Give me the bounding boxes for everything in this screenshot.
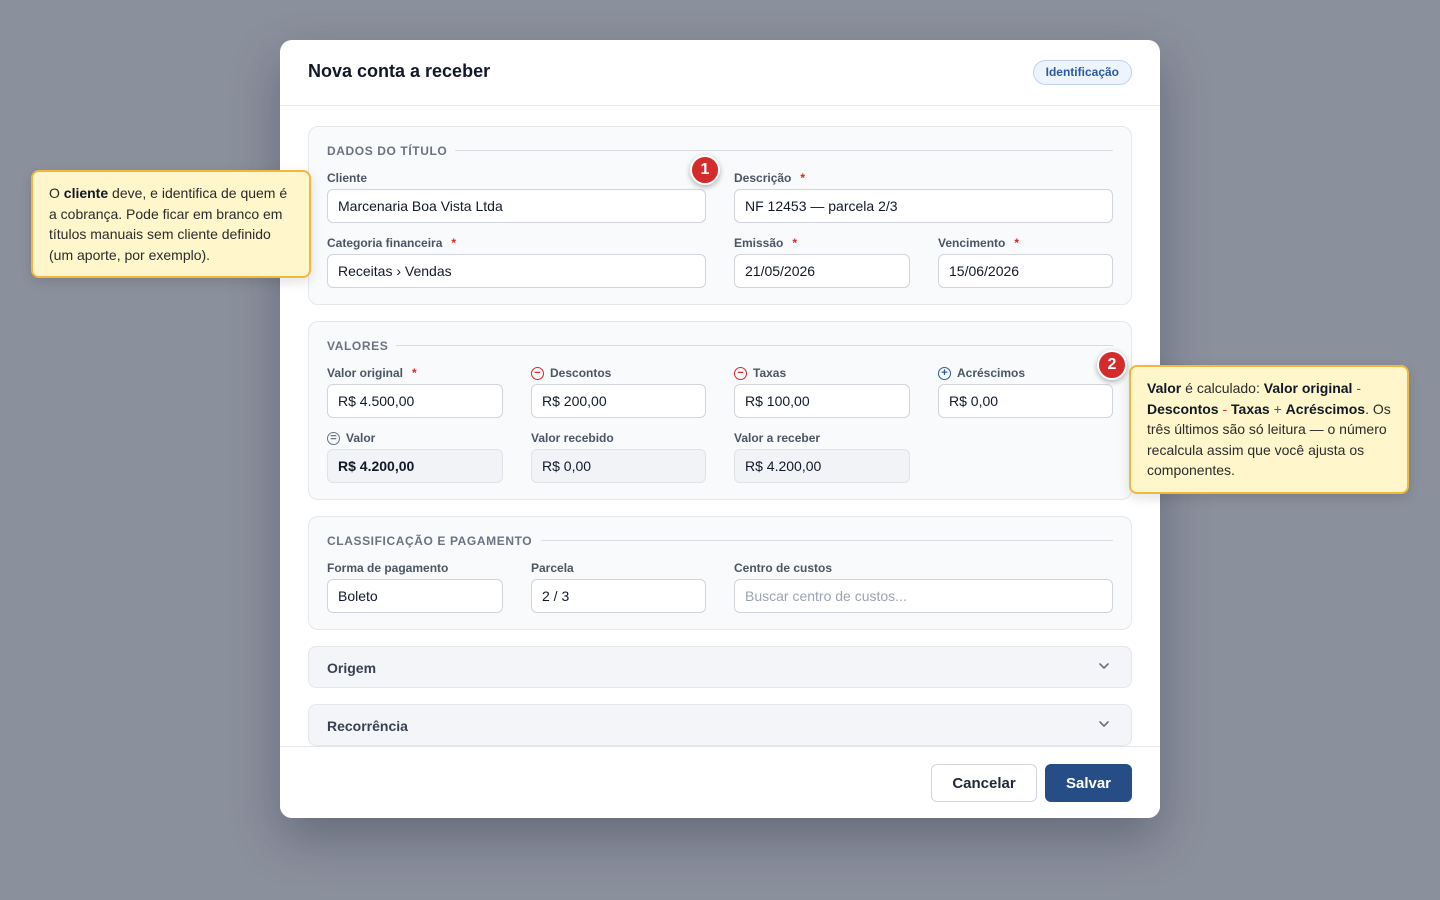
- section-valores: VALORES Valor original* −Descontos −Taxa…: [308, 321, 1132, 500]
- vencimento-label: Vencimento *: [938, 236, 1020, 250]
- minus-circle-icon: −: [531, 366, 544, 380]
- categoria-label: Categoria financeira *: [327, 236, 457, 250]
- minus-circle-icon: −: [734, 366, 747, 380]
- accordion-label: Origem: [327, 660, 377, 676]
- descontos-input[interactable]: [531, 384, 706, 418]
- step-badge: Identificação: [1032, 60, 1132, 85]
- forma-pagamento-input[interactable]: [327, 579, 503, 613]
- valor-readonly-field: [327, 449, 503, 483]
- emissao-date-input[interactable]: [734, 254, 910, 288]
- taxas-input[interactable]: [734, 384, 910, 418]
- annotation-marker-1: 1: [690, 155, 720, 185]
- cliente-label: Cliente: [327, 171, 368, 185]
- valor-recebido-label: Valor recebido: [531, 431, 614, 445]
- accordion-label: Recorrência: [327, 718, 408, 734]
- section-classificacao: CLASSIFICAÇÃO E PAGAMENTO Forma de pagam…: [308, 516, 1132, 630]
- valor-recebido-readonly-field: [531, 449, 706, 483]
- new-receivable-modal: Nova conta a receber Identificação DADOS…: [280, 40, 1160, 818]
- required-marker: *: [451, 236, 457, 250]
- centro-custos-label: Centro de custos: [734, 561, 833, 575]
- chevron-down-icon: [1099, 721, 1109, 727]
- modal-header: Nova conta a receber Identificação: [280, 40, 1160, 106]
- callout-valor: Valor é calculado: Valor original - Desc…: [1129, 365, 1409, 494]
- required-marker: *: [412, 366, 417, 380]
- section-divider: [541, 540, 1113, 541]
- centro-custos-search-input[interactable]: [734, 579, 1113, 613]
- taxas-label: − Taxas: [734, 366, 786, 380]
- section-divider: [396, 345, 1113, 346]
- valor-label: = Valor: [327, 431, 375, 445]
- section-title: DADOS DO TÍTULO: [327, 144, 448, 158]
- accordion-origem[interactable]: Origem: [308, 646, 1132, 688]
- callout-cliente: O cliente deve, e identifica de quem é a…: [31, 170, 311, 278]
- cancel-button[interactable]: Cancelar: [931, 764, 1037, 802]
- categoria-input[interactable]: [327, 254, 706, 288]
- valor-original-input[interactable]: [327, 384, 503, 418]
- accordion-recorrencia[interactable]: Recorrência: [308, 704, 1132, 746]
- descontos-label: − Descontos: [531, 366, 611, 380]
- chevron-down-icon: [1099, 663, 1109, 669]
- section-title: VALORES: [327, 339, 389, 353]
- plus-circle-icon: +: [938, 366, 951, 380]
- annotation-marker-2: 2: [1097, 350, 1127, 380]
- modal-title: Nova conta a receber: [308, 61, 491, 81]
- required-marker: *: [800, 171, 806, 185]
- valor-original-label: Valor original *: [327, 366, 417, 380]
- descricao-input[interactable]: [734, 189, 1113, 223]
- acrescimos-label: + Acréscimos: [938, 366, 1025, 380]
- save-button[interactable]: Salvar: [1045, 764, 1132, 802]
- descricao-label: Descrição *: [734, 171, 806, 185]
- cliente-input[interactable]: [327, 189, 706, 223]
- valor-a-receber-readonly-field: [734, 449, 910, 483]
- vencimento-date-input[interactable]: [938, 254, 1113, 288]
- section-dados-titulo: DADOS DO TÍTULO Cliente Descrição* Categ…: [308, 126, 1132, 305]
- valor-a-receber-label: Valor a receber: [734, 431, 821, 445]
- acrescimos-input[interactable]: [938, 384, 1113, 418]
- required-marker: *: [792, 236, 798, 250]
- parcela-label: Parcela: [531, 561, 574, 575]
- parcela-input[interactable]: [531, 579, 706, 613]
- required-marker: *: [1014, 236, 1020, 250]
- section-divider: [455, 150, 1113, 151]
- equals-circle-icon: =: [327, 431, 340, 445]
- section-title: CLASSIFICAÇÃO E PAGAMENTO: [327, 534, 533, 548]
- emissao-label: Emissão *: [734, 236, 798, 250]
- forma-pagamento-label: Forma de pagamento: [327, 561, 449, 575]
- modal-footer: Cancelar Salvar: [280, 746, 1160, 818]
